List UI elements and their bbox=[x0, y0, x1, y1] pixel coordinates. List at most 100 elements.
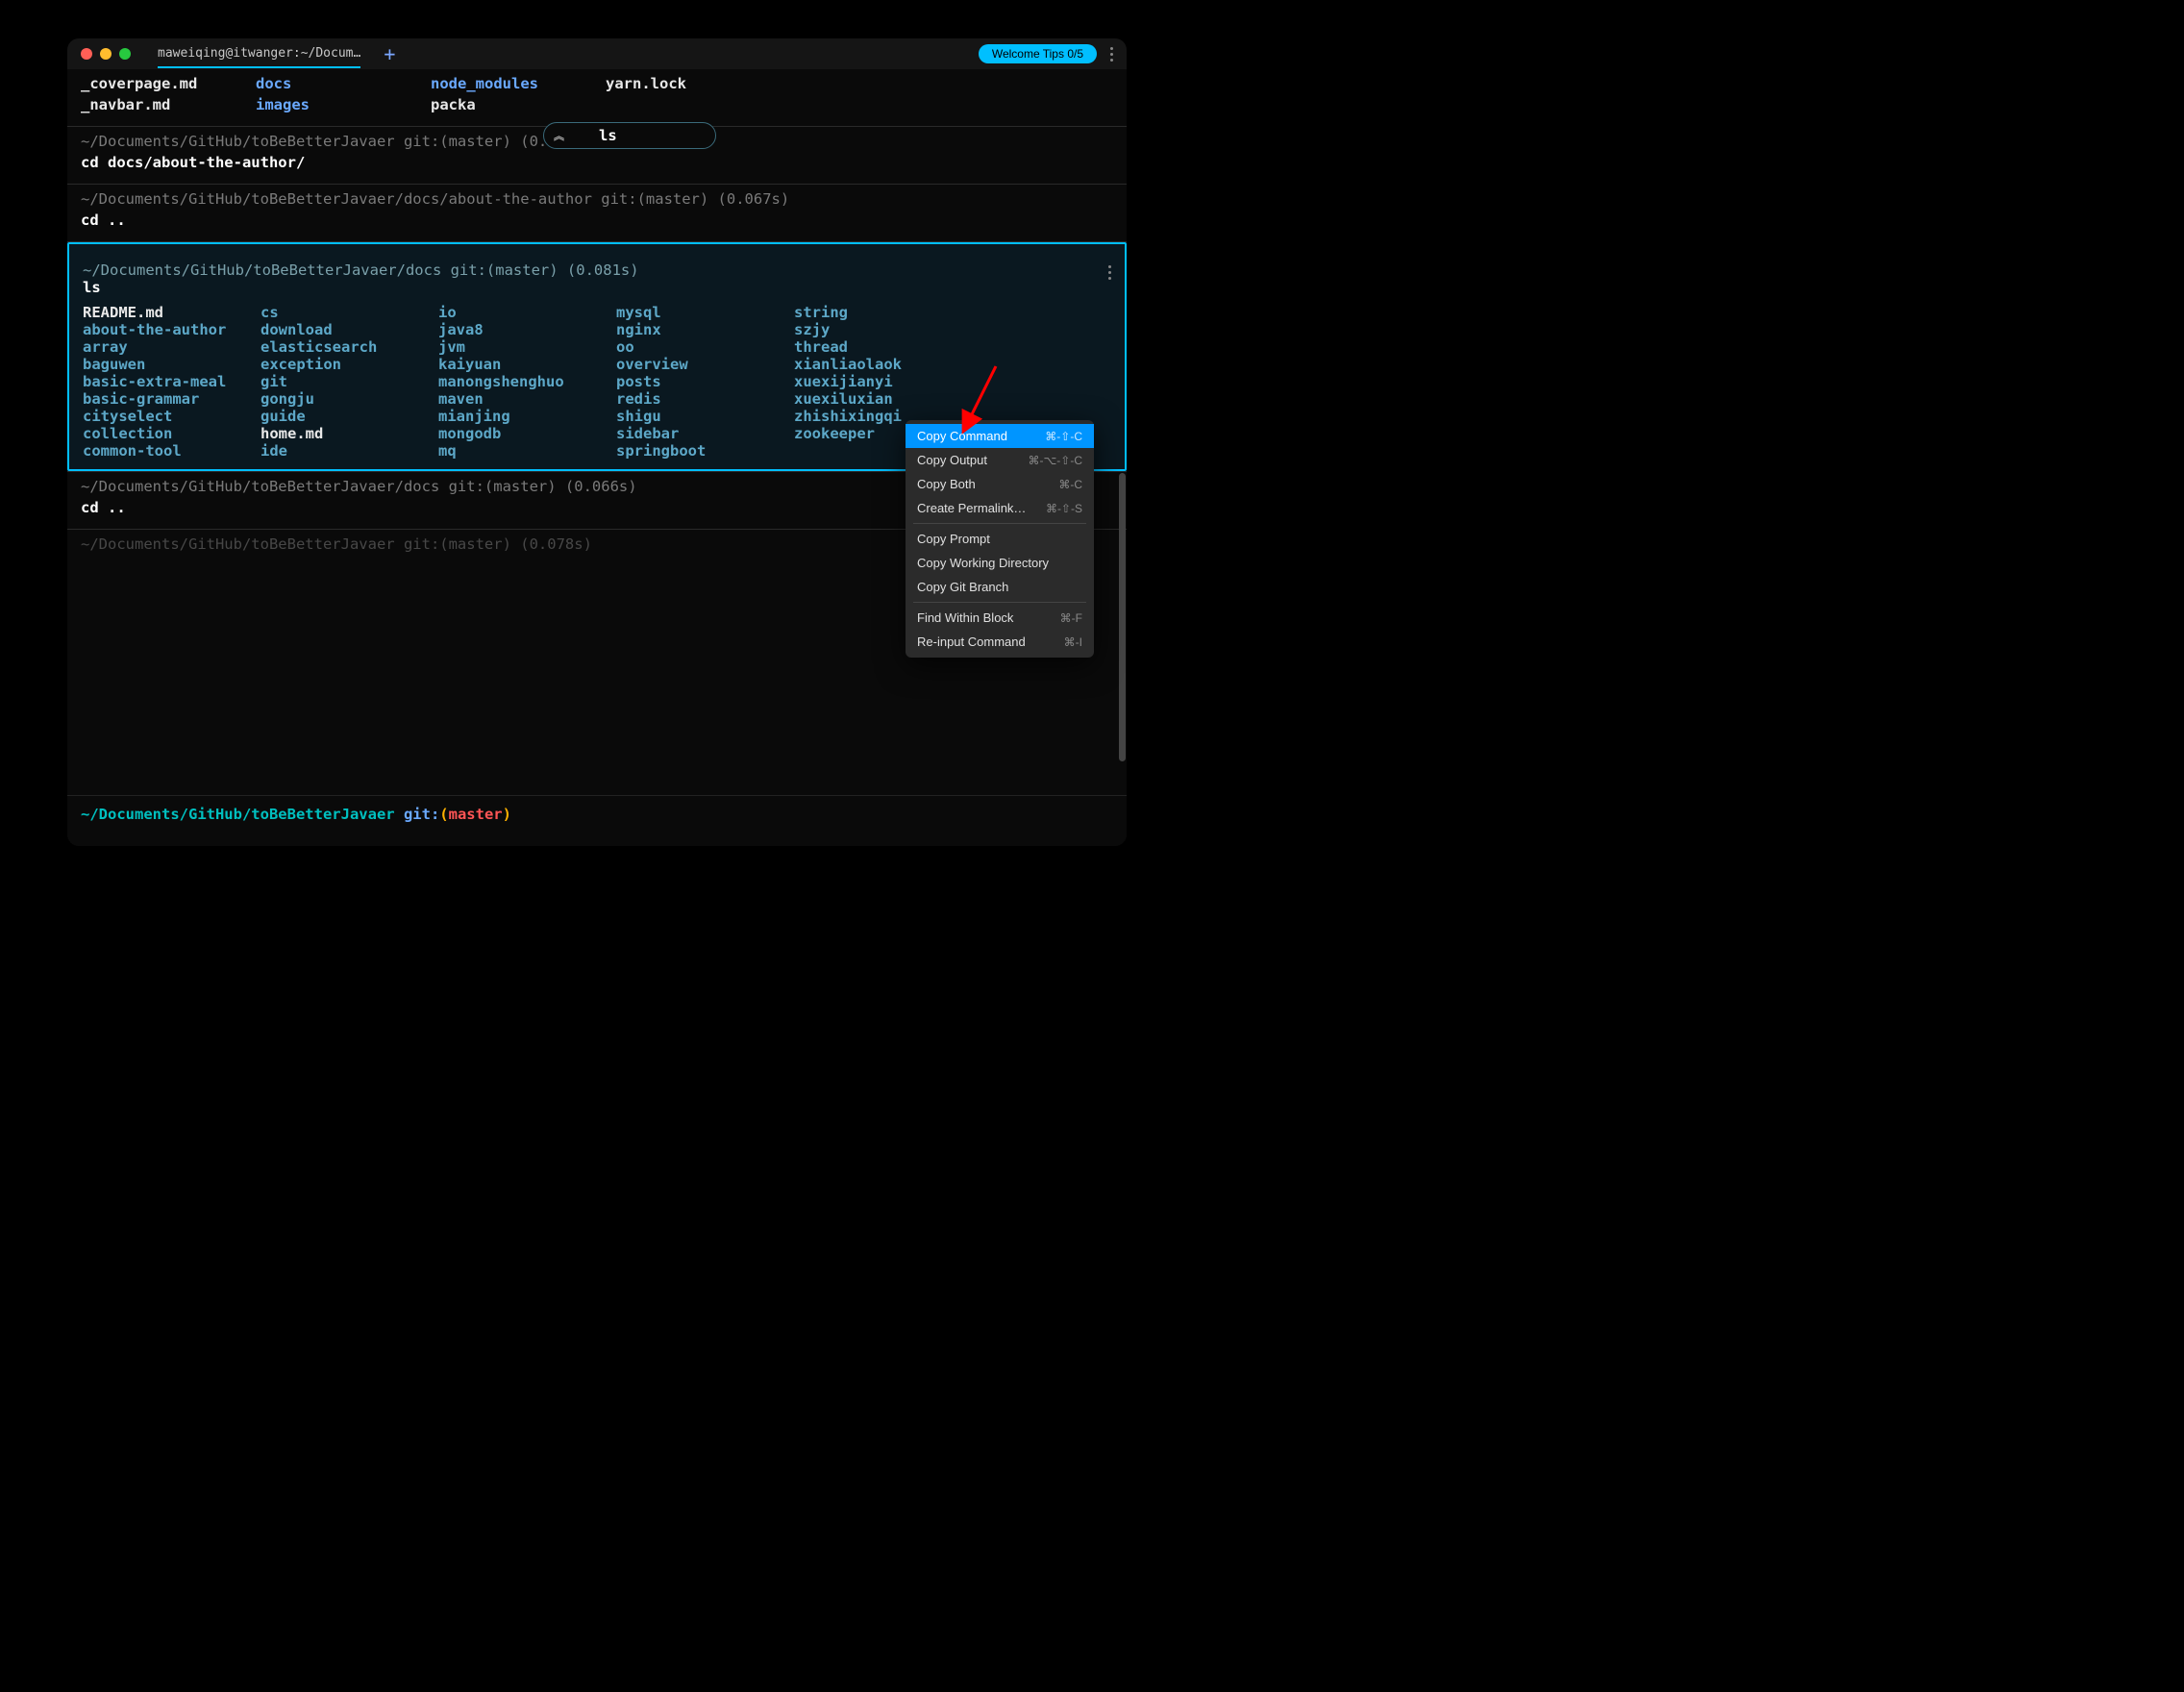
menu-item-create-permalink[interactable]: Create Permalink… ⌘-⇧-S bbox=[906, 496, 1094, 520]
menu-item-shortcut: ⌘-⇧-C bbox=[1045, 430, 1082, 443]
ls-item: maven bbox=[438, 390, 616, 408]
menu-separator bbox=[913, 523, 1086, 524]
ls-item: images bbox=[256, 94, 431, 115]
prompt-line: ~/Documents/GitHub/toBeBetterJavaer/docs… bbox=[83, 261, 1111, 279]
ls-item: thread bbox=[794, 338, 919, 356]
more-vertical-icon bbox=[1108, 265, 1111, 280]
ls-item: xianliaolaok bbox=[794, 356, 919, 373]
menu-item-copy-working-directory[interactable]: Copy Working Directory bbox=[906, 551, 1094, 575]
ls-item: array bbox=[83, 338, 261, 356]
menu-item-shortcut: ⌘-F bbox=[1060, 611, 1082, 625]
zoom-window-button[interactable] bbox=[119, 48, 131, 60]
ls-item: baguwen bbox=[83, 356, 261, 373]
menu-item-label: Find Within Block bbox=[917, 610, 1013, 625]
menu-item-shortcut: ⌘-⌥-⇧-C bbox=[1028, 454, 1082, 467]
menu-separator bbox=[913, 602, 1086, 603]
menu-item-shortcut: ⌘-I bbox=[1064, 635, 1082, 649]
ls-item: about-the-author bbox=[83, 321, 261, 338]
ls-item: redis bbox=[616, 390, 794, 408]
traffic-lights bbox=[81, 48, 131, 60]
active-tab[interactable]: maweiqing@itwanger:~/Docum… bbox=[158, 40, 360, 68]
menu-item-label: Re-input Command bbox=[917, 634, 1026, 649]
ls-item: gongju bbox=[261, 390, 438, 408]
ls-row: README.md cs io mysql string bbox=[83, 304, 1111, 321]
titlebar: maweiqing@itwanger:~/Docum… + Welcome Ti… bbox=[67, 38, 1127, 69]
terminal-content: _coverpage.md docs node_modules yarn.loc… bbox=[67, 69, 1127, 846]
command-line: cd .. bbox=[81, 210, 1113, 231]
ls-item: _navbar.md bbox=[81, 94, 256, 115]
ls-item: basic-grammar bbox=[83, 390, 261, 408]
ls-item: io bbox=[438, 304, 616, 321]
ls-item: cityselect bbox=[83, 408, 261, 425]
menu-item-copy-both[interactable]: Copy Both ⌘-C bbox=[906, 472, 1094, 496]
ls-item bbox=[794, 442, 919, 460]
ls-item: posts bbox=[616, 373, 794, 390]
command-line: ls bbox=[83, 279, 1111, 296]
menu-item-label: Create Permalink… bbox=[917, 501, 1026, 515]
block-top-ls: _coverpage.md docs node_modules yarn.loc… bbox=[67, 69, 1127, 126]
menu-item-copy-output[interactable]: Copy Output ⌘-⌥-⇧-C bbox=[906, 448, 1094, 472]
ls-row: baguwen exception kaiyuan overview xianl… bbox=[83, 356, 1111, 373]
ls-item: jvm bbox=[438, 338, 616, 356]
ls-item: xuexijianyi bbox=[794, 373, 919, 390]
ls-item: download bbox=[261, 321, 438, 338]
pill-label: ls bbox=[599, 127, 617, 144]
ls-item: guide bbox=[261, 408, 438, 425]
scrollbar[interactable] bbox=[1119, 473, 1126, 761]
command-block[interactable]: ~/Documents/GitHub/toBeBetterJavaer/docs… bbox=[67, 185, 1127, 241]
more-vertical-icon bbox=[1110, 47, 1113, 62]
minimize-window-button[interactable] bbox=[100, 48, 112, 60]
block-context-menu: Copy Command⌘-⇧-CCopy Output⌘-⌥-⇧-CCopy … bbox=[906, 420, 1094, 658]
ls-item: mongodb bbox=[438, 425, 616, 442]
ls-item: home.md bbox=[261, 425, 438, 442]
command-history-pill[interactable]: ︽ ls bbox=[543, 122, 716, 149]
ls-item: zookeeper bbox=[794, 425, 919, 442]
menu-item-label: Copy Git Branch bbox=[917, 580, 1008, 594]
menu-item-label: Copy Working Directory bbox=[917, 556, 1049, 570]
menu-item-label: Copy Output bbox=[917, 453, 987, 467]
command-line: cd docs/about-the-author/ bbox=[81, 152, 1113, 173]
ls-item: mq bbox=[438, 442, 616, 460]
titlebar-overflow-menu[interactable] bbox=[1110, 47, 1113, 62]
menu-item-copy-command[interactable]: Copy Command ⌘-⇧-C bbox=[906, 424, 1094, 448]
chevron-up-icon: ︽ bbox=[554, 131, 564, 141]
prompt-branch: master bbox=[449, 806, 503, 823]
ls-item: packa bbox=[431, 94, 606, 115]
ls-item: docs bbox=[256, 73, 431, 94]
ls-item: collection bbox=[83, 425, 261, 442]
prompt-git-label: git: bbox=[395, 806, 440, 823]
ls-item: string bbox=[794, 304, 919, 321]
ls-item: zhishixingqi bbox=[794, 408, 919, 425]
new-tab-button[interactable]: + bbox=[384, 42, 395, 65]
ls-item: xuexiluxian bbox=[794, 390, 919, 408]
menu-item-copy-prompt[interactable]: Copy Prompt bbox=[906, 527, 1094, 551]
ls-item: node_modules bbox=[431, 73, 606, 94]
menu-item-re-input-command[interactable]: Re-input Command ⌘-I bbox=[906, 630, 1094, 654]
menu-item-shortcut: ⌘-C bbox=[1058, 478, 1082, 491]
menu-item-label: Copy Prompt bbox=[917, 532, 990, 546]
menu-item-label: Copy Both bbox=[917, 477, 976, 491]
ls-item: exception bbox=[261, 356, 438, 373]
ls-row: basic-extra-meal git manongshenghuo post… bbox=[83, 373, 1111, 390]
welcome-tips-pill[interactable]: Welcome Tips 0/5 bbox=[979, 44, 1097, 63]
menu-item-shortcut: ⌘-⇧-S bbox=[1046, 502, 1082, 515]
ls-row: basic-grammar gongju maven redis xuexilu… bbox=[83, 390, 1111, 408]
ls-item: _coverpage.md bbox=[81, 73, 256, 94]
ls-item: common-tool bbox=[83, 442, 261, 460]
menu-item-find-within-block[interactable]: Find Within Block ⌘-F bbox=[906, 606, 1094, 630]
menu-item-label: Copy Command bbox=[917, 429, 1007, 443]
ls-item: manongshenghuo bbox=[438, 373, 616, 390]
ls-item: cs bbox=[261, 304, 438, 321]
menu-item-copy-git-branch[interactable]: Copy Git Branch bbox=[906, 575, 1094, 599]
ls-item: oo bbox=[616, 338, 794, 356]
ls-row: about-the-author download java8 nginx sz… bbox=[83, 321, 1111, 338]
ls-item: shigu bbox=[616, 408, 794, 425]
command-input-area[interactable]: ~/Documents/GitHub/toBeBetterJavaer git:… bbox=[67, 795, 1127, 846]
ls-item: nginx bbox=[616, 321, 794, 338]
prompt-path: ~/Documents/GitHub/toBeBetterJavaer bbox=[81, 806, 395, 823]
ls-item: basic-extra-meal bbox=[83, 373, 261, 390]
ls-item: elasticsearch bbox=[261, 338, 438, 356]
block-overflow-menu[interactable] bbox=[1108, 265, 1111, 280]
close-window-button[interactable] bbox=[81, 48, 92, 60]
ls-item: git bbox=[261, 373, 438, 390]
